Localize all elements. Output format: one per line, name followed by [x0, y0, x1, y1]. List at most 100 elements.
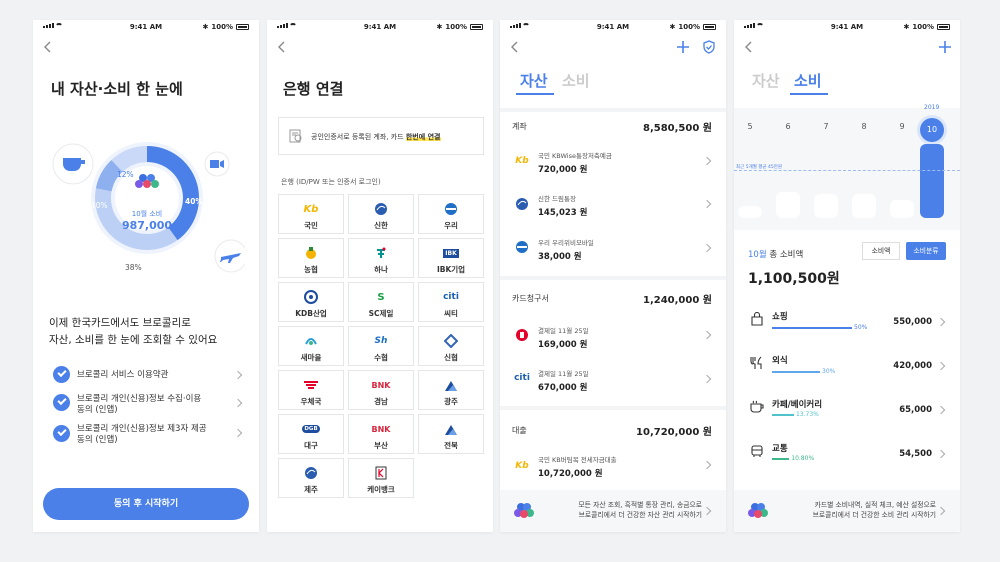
bank-kyongnam[interactable]: BNK 경남: [348, 370, 414, 410]
back-arrow-icon[interactable]: [742, 40, 756, 54]
tab-spending[interactable]: 소비: [794, 70, 822, 91]
bank-kbank[interactable]: 케이뱅크: [348, 458, 414, 498]
bank-post[interactable]: 우체국: [278, 370, 344, 410]
consent-item-2[interactable]: 브로콜리 개인(신용)정보 수집·이용 동의 (인앱): [77, 394, 201, 416]
consent-text-1: 브로콜리 서비스 이용약관: [77, 370, 169, 380]
chevron-right-icon[interactable]: [936, 506, 946, 516]
category-amount-3: 65,000: [899, 405, 932, 415]
total-spending-label: 10월 총 소비액: [748, 248, 803, 260]
bank-name: SC제일: [368, 309, 394, 318]
loans-title: 대출: [512, 426, 527, 435]
assets-footer-banner[interactable]: 모든 자산 조회, 흑적별 통장 관리, 송금으로 브로콜리에서 더 건강한 자산…: [500, 490, 726, 532]
shield-check-icon[interactable]: [702, 40, 716, 54]
bluetooth-icon: ✱: [436, 23, 443, 31]
certificate-text: 공인인증서로 등록된 계좌, 카드 한번에 연결: [311, 132, 441, 142]
tab-assets[interactable]: 자산: [752, 70, 780, 91]
spending-footer-banner[interactable]: 카드별 소비내역, 실적 체크, 예산 설정으로 브로콜리에서 더 건강한 소비 …: [734, 490, 960, 532]
bank-name: 수협: [374, 353, 388, 362]
woori-logo-icon: [445, 203, 457, 215]
chevron-right-icon[interactable]: [936, 361, 946, 371]
account-name-2: 신한 드림통장: [538, 195, 576, 203]
bank-shinhyup[interactable]: 신협: [418, 326, 484, 366]
bank-kwangju[interactable]: 광주: [418, 370, 484, 410]
jeju-logo-icon: [305, 467, 317, 479]
chevron-right-icon[interactable]: [936, 317, 946, 327]
shopping-bag-icon: [751, 312, 763, 326]
chevron-right-icon[interactable]: [233, 428, 243, 438]
consent-item-3[interactable]: 브로콜리 개인(신용)정보 제3자 제공 동의 (인앱): [77, 424, 207, 446]
bank-citi[interactable]: citi 씨티: [418, 282, 484, 322]
chevron-right-icon[interactable]: [702, 374, 712, 384]
bank-busan[interactable]: BNK 부산: [348, 414, 414, 454]
chevron-right-icon[interactable]: [702, 243, 712, 253]
consent-check-2[interactable]: [53, 394, 70, 411]
toggle-category-button[interactable]: 소비분류: [906, 242, 946, 260]
footer-line-2: 브로콜리에서 더 건강한 소비 관리 시작하기: [812, 511, 936, 519]
month-bar: [814, 194, 838, 218]
tab-spending[interactable]: 소비: [562, 70, 590, 91]
chevron-right-icon[interactable]: [936, 449, 946, 459]
status-bar: 9:41 AM ✱ 100%: [734, 20, 960, 34]
bank-sc[interactable]: S SC제일: [348, 282, 414, 322]
month-label[interactable]: 5: [738, 122, 762, 131]
bank-name: 농협: [304, 265, 318, 274]
back-arrow-icon[interactable]: [275, 40, 289, 54]
bank-ibk[interactable]: IBK IBK기업: [418, 238, 484, 278]
month-bar: [776, 192, 800, 218]
chevron-right-icon[interactable]: [702, 156, 712, 166]
plus-icon[interactable]: [938, 40, 952, 54]
chevron-right-icon[interactable]: [702, 199, 712, 209]
month-label[interactable]: 10: [920, 118, 944, 142]
bank-saemaul[interactable]: 새마을: [278, 326, 344, 366]
tab-assets[interactable]: 자산: [520, 70, 548, 91]
category-bar-3: [772, 414, 794, 416]
footer-line-2: 브로콜리에서 더 건강한 자산 관리 시작하기: [578, 511, 702, 519]
card-amount-1: 169,000 원: [538, 340, 588, 350]
month-label[interactable]: 7: [814, 122, 838, 131]
bank-name: 하나: [374, 265, 388, 274]
consent-item-1[interactable]: 브로콜리 서비스 이용약관: [77, 370, 168, 381]
battery-percent: 100%: [445, 23, 467, 31]
chevron-right-icon[interactable]: [702, 506, 712, 516]
chevron-right-icon[interactable]: [936, 405, 946, 415]
bank-woori[interactable]: 우리: [418, 194, 484, 234]
bank-name: 우리: [444, 221, 458, 230]
screen-bank-connect: 9:41 AM ✱ 100% 은행 연결 공인인증서로 등록된 계좌, 카드 한번…: [267, 20, 493, 532]
status-bar: 9:41 AM ✱ 100%: [267, 20, 493, 34]
back-arrow-icon[interactable]: [508, 40, 522, 54]
consent-check-3[interactable]: [53, 425, 70, 442]
agree-start-button[interactable]: 동의 후 시작하기: [43, 488, 249, 520]
consent-check-1[interactable]: [53, 366, 70, 383]
battery-icon: [703, 24, 716, 30]
account-amount-2: 145,023 원: [538, 208, 588, 218]
chevron-right-icon[interactable]: [702, 330, 712, 340]
bluetooth-icon: ✱: [669, 23, 676, 31]
certificate-connect-card[interactable]: 공인인증서로 등록된 계좌, 카드 한번에 연결: [278, 117, 484, 155]
month-label[interactable]: 6: [776, 122, 800, 131]
bank-nonghyup[interactable]: 농협: [278, 238, 344, 278]
bank-kdb[interactable]: KDB산업: [278, 282, 344, 322]
bank-daegu[interactable]: DGB 대구: [278, 414, 344, 454]
month-label[interactable]: 8: [852, 122, 876, 131]
bank-kookmin[interactable]: Kb 국민: [278, 194, 344, 234]
bank-shinhan[interactable]: 신한: [348, 194, 414, 234]
bank-jeju[interactable]: 제주: [278, 458, 344, 498]
month-label[interactable]: 9: [890, 122, 914, 131]
bank-name: 우체국: [300, 397, 322, 406]
category-bar-4: [772, 458, 790, 460]
citi-logo-text: citi: [514, 373, 530, 383]
total-label-suffix: 총 소비액: [766, 250, 804, 260]
chevron-right-icon[interactable]: [233, 370, 243, 380]
citi-logo-icon: citi: [443, 292, 459, 302]
toggle-amount-button[interactable]: 소비액: [862, 242, 900, 260]
chevron-right-icon[interactable]: [233, 398, 243, 408]
bank-hana[interactable]: 하나: [348, 238, 414, 278]
chevron-right-icon[interactable]: [702, 460, 712, 470]
donut-center-value: 987,000: [121, 219, 173, 232]
plus-icon[interactable]: [676, 40, 690, 54]
bank-suhyup[interactable]: Sh 수협: [348, 326, 414, 366]
back-arrow-icon[interactable]: [41, 40, 55, 54]
bank-jeonbuk[interactable]: 전북: [418, 414, 484, 454]
divider: [500, 406, 726, 410]
certificate-text-prefix: 공인인증서로 등록된 계좌, 카드: [311, 133, 406, 141]
